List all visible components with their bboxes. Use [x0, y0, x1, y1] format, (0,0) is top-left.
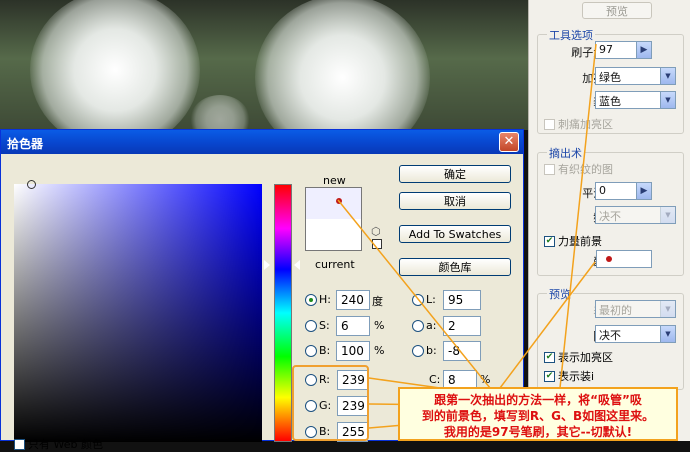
smooth-input[interactable]: 0 ▶: [595, 182, 652, 200]
l-radio[interactable]: [412, 294, 424, 306]
chevron-down-icon: ▼: [660, 207, 675, 223]
hue-slider-handle-left[interactable]: [264, 260, 270, 270]
color-libraries-button[interactable]: 颜色库: [399, 258, 511, 276]
show-highlight-checkbox[interactable]: ✔ 表示加亮区: [544, 349, 613, 365]
s-input[interactable]: 6: [336, 316, 370, 336]
l-label: L:: [426, 293, 436, 306]
force-foreground-checkbox[interactable]: ✔ 力量前景: [544, 233, 602, 249]
web-colors-checkbox[interactable]: 只有 Web 颜色: [14, 436, 103, 452]
lab-b-input[interactable]: -8: [443, 341, 481, 361]
preview-title: 预览: [547, 286, 573, 302]
callout-line-1: 跟第一次抽出的方法一样，将“吸管”吸: [434, 393, 642, 407]
color-field-cursor[interactable]: [27, 180, 36, 189]
photo-background: [0, 0, 528, 130]
b-label: B:: [319, 344, 331, 357]
eyedropper-dot-icon: [336, 198, 342, 204]
show-fill-checkbox[interactable]: ✔ 表示装i: [544, 368, 594, 384]
h-label: H:: [319, 293, 331, 306]
c-label: C:: [429, 373, 441, 386]
chevron-down-icon: ▼: [660, 68, 675, 84]
h-unit: 度: [372, 295, 383, 308]
show-select[interactable]: 最初的 ▼: [595, 300, 676, 318]
highlight-select[interactable]: 绿色 ▼: [595, 67, 676, 85]
smart-highlight-checkbox[interactable]: 刺痛加亮区: [544, 116, 613, 132]
extraction-title: 摘出术: [547, 145, 584, 161]
web-safe-square-icon[interactable]: [372, 239, 382, 249]
fill-select[interactable]: 蓝色 ▼: [595, 91, 676, 109]
add-to-swatches-button[interactable]: Add To Swatches: [399, 225, 511, 243]
color-swatch-field[interactable]: [596, 250, 652, 268]
a-input[interactable]: 2: [443, 316, 481, 336]
ok-button[interactable]: 确定: [399, 165, 511, 183]
hue-slider-handle-right[interactable]: [294, 260, 300, 270]
close-icon[interactable]: ✕: [499, 132, 519, 152]
cube-icon[interactable]: ⬡: [371, 225, 381, 238]
channel-select[interactable]: 决不 ▼: [595, 206, 676, 224]
s-label: S:: [319, 319, 330, 332]
lab-b-radio[interactable]: [412, 345, 424, 357]
hue-slider[interactable]: [274, 184, 292, 442]
tutorial-callout: 跟第一次抽出的方法一样，将“吸管”吸 到的前景色，填写到R、G、B如图这里来。 …: [398, 387, 678, 441]
color-dot-icon: [606, 256, 612, 262]
color-field[interactable]: [14, 180, 262, 442]
b-input[interactable]: 100: [336, 341, 370, 361]
callout-line-3: 我用的是97号笔刷，其它--切默认!: [443, 425, 633, 439]
preview-button[interactable]: 预览: [582, 2, 652, 19]
dandelion-small: [190, 95, 250, 130]
a-radio[interactable]: [412, 320, 424, 332]
color-swatch: [305, 187, 362, 251]
callout-line-2: 到的前景色，填写到R、G、B如图这里来。: [421, 409, 655, 423]
extract-options-panel: 预览 工具选项 刷子大小: 97▶ 加亮区: 绿色▼ 装满: 蓝色▼ 刺痛加亮区…: [528, 0, 690, 441]
tool-options-title: 工具选项: [547, 27, 595, 43]
textured-image-checkbox[interactable]: 有织纹的图: [544, 161, 613, 177]
a-label: a:: [426, 319, 437, 332]
swatch-current-label: current: [315, 258, 355, 271]
swatch-current: [306, 219, 361, 250]
dialog-title: 拾色器: [1, 130, 523, 154]
h-radio[interactable]: [305, 294, 317, 306]
chevron-down-icon: ▼: [660, 326, 675, 342]
view-select[interactable]: 决不 ▼: [595, 325, 676, 343]
dandelion-left: [30, 0, 200, 130]
chevron-down-icon: ▼: [660, 92, 675, 108]
s-unit: %: [374, 319, 385, 332]
swatch-new-label: new: [323, 174, 346, 187]
b-unit: %: [374, 344, 385, 357]
c-unit: %: [480, 373, 491, 386]
b-radio[interactable]: [305, 345, 317, 357]
swatch-new: [306, 188, 361, 219]
lab-b-label: b:: [426, 344, 437, 357]
h-input[interactable]: 240: [336, 290, 370, 310]
s-radio[interactable]: [305, 320, 317, 332]
cancel-button[interactable]: 取消: [399, 192, 511, 210]
l-input[interactable]: 95: [443, 290, 481, 310]
chevron-right-icon[interactable]: ▶: [636, 42, 651, 58]
brush-size-input[interactable]: 97 ▶: [595, 41, 652, 59]
chevron-down-icon: ▼: [660, 301, 675, 317]
rgb-highlight-box: [292, 365, 369, 441]
chevron-right-icon[interactable]: ▶: [636, 183, 651, 199]
dandelion-right: [255, 0, 430, 130]
